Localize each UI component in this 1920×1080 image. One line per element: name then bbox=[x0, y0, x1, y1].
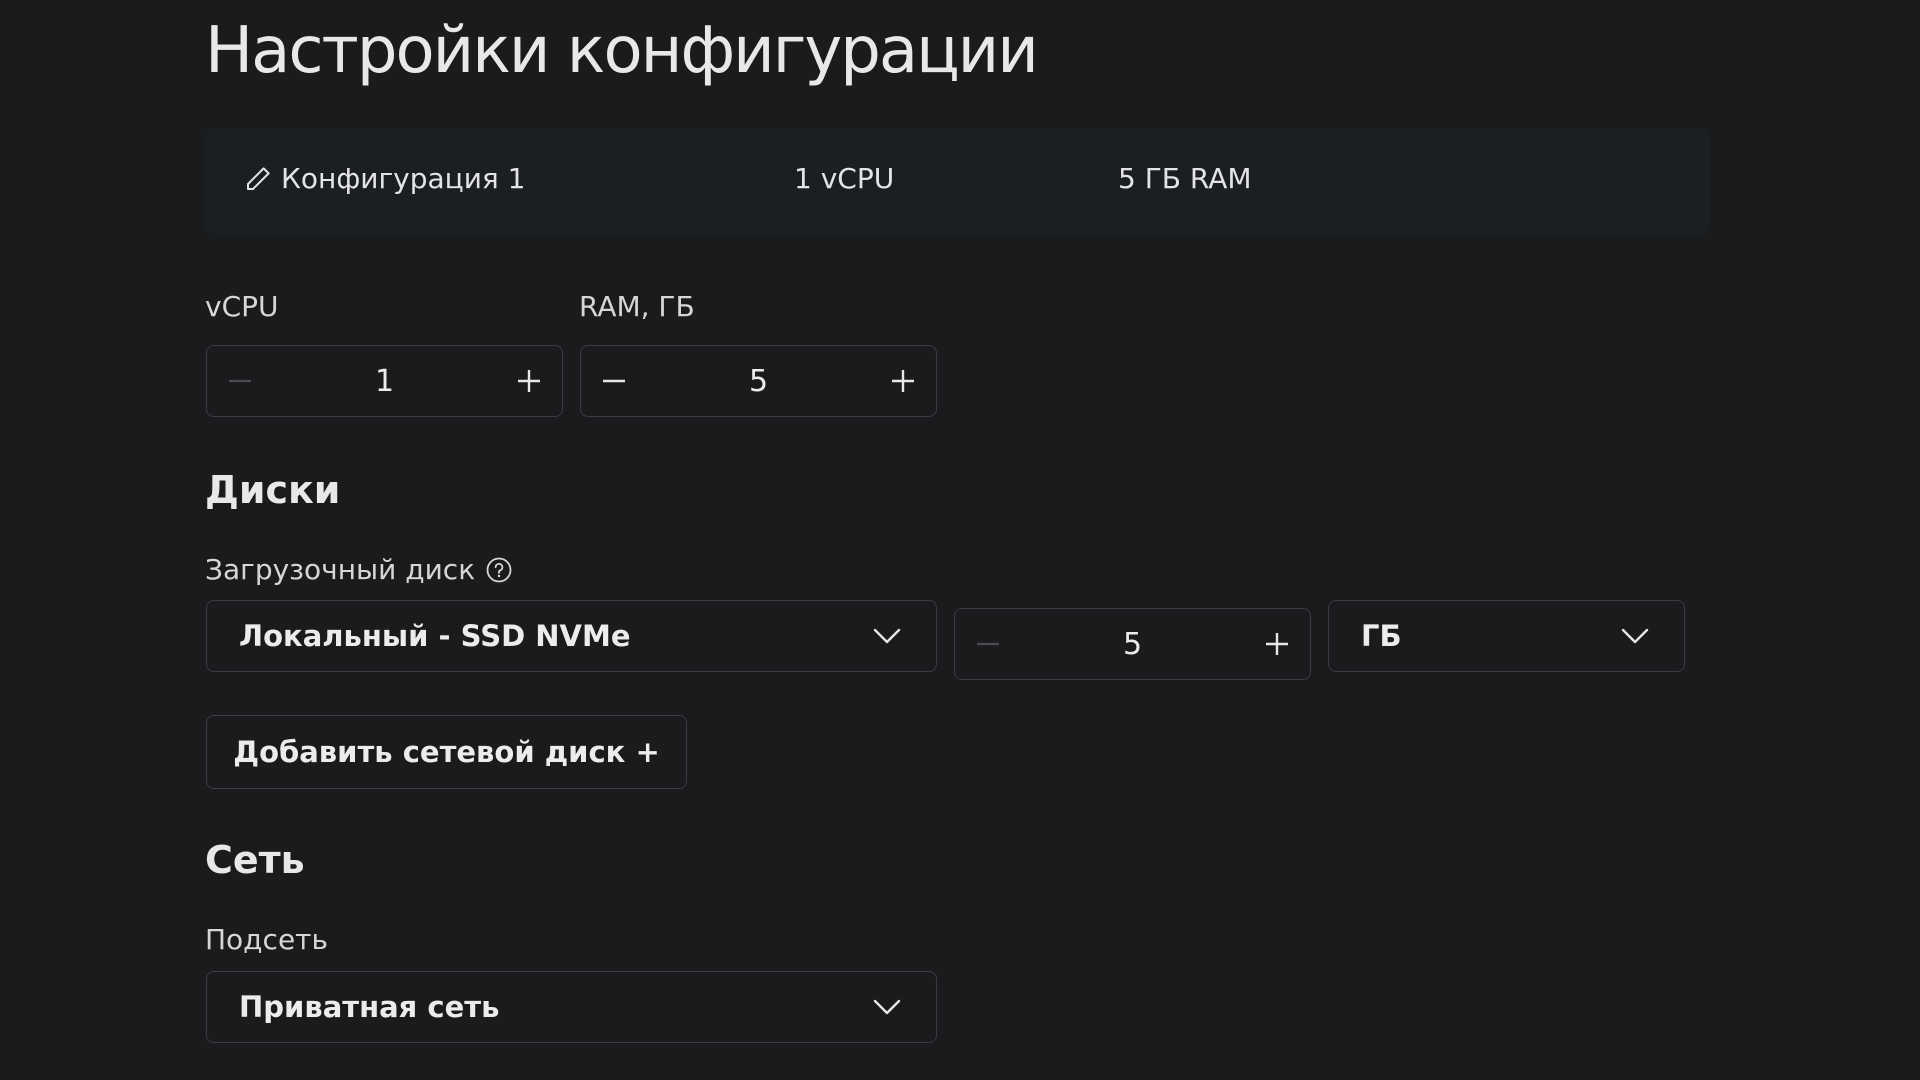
minus-icon bbox=[603, 379, 625, 383]
ram-increment-button[interactable] bbox=[870, 346, 936, 416]
disk-size-stepper: 5 bbox=[954, 608, 1311, 680]
vcpu-decrement-button[interactable] bbox=[207, 346, 273, 416]
subnet-value: Приватная сеть bbox=[239, 990, 500, 1024]
question-circle-icon[interactable] bbox=[485, 556, 513, 584]
disk-unit-value: ГБ bbox=[1361, 619, 1402, 653]
ram-decrement-button[interactable] bbox=[581, 346, 647, 416]
summary-ram: 5 ГБ RAM bbox=[1118, 162, 1252, 195]
disk-size-value[interactable]: 5 bbox=[1021, 609, 1244, 679]
disk-size-increment-button[interactable] bbox=[1244, 609, 1310, 679]
plus-icon bbox=[892, 370, 914, 392]
network-section-title: Сеть bbox=[205, 838, 305, 882]
chevron-down-icon bbox=[873, 628, 901, 644]
chevron-down-icon bbox=[1621, 628, 1649, 644]
pencil-icon bbox=[247, 166, 270, 190]
configuration-page: Настройки конфигурации Конфигурация 1 1 … bbox=[0, 0, 1920, 1080]
disk-type-value: Локальный - SSD NVMe bbox=[239, 619, 631, 653]
plus-icon bbox=[1266, 633, 1288, 655]
disk-unit-select[interactable]: ГБ bbox=[1328, 600, 1685, 672]
boot-disk-label-text: Загрузочный диск bbox=[205, 553, 476, 586]
disk-size-decrement-button[interactable] bbox=[955, 609, 1021, 679]
ram-label: RAM, ГБ bbox=[579, 290, 695, 323]
minus-icon bbox=[977, 642, 999, 646]
chevron-down-icon bbox=[873, 999, 901, 1015]
disks-section-title: Диски bbox=[205, 468, 341, 512]
ram-stepper: 5 bbox=[580, 345, 937, 417]
disk-type-select[interactable]: Локальный - SSD NVMe bbox=[206, 600, 937, 672]
config-name: Конфигурация 1 bbox=[281, 162, 526, 195]
page-title: Настройки конфигурации bbox=[205, 14, 1039, 88]
summary-cpu: 1 vCPU bbox=[794, 162, 895, 195]
vcpu-label: vCPU bbox=[205, 290, 279, 323]
plus-icon bbox=[518, 370, 540, 392]
subnet-label: Подсеть bbox=[205, 923, 328, 956]
vcpu-increment-button[interactable] bbox=[496, 346, 562, 416]
ram-value[interactable]: 5 bbox=[647, 346, 870, 416]
boot-disk-label: Загрузочный диск bbox=[205, 553, 513, 586]
vcpu-value[interactable]: 1 bbox=[273, 346, 496, 416]
add-network-disk-button[interactable]: Добавить сетевой диск + bbox=[206, 715, 687, 789]
configuration-summary: Конфигурация 1 1 vCPU 5 ГБ RAM bbox=[205, 128, 1710, 234]
minus-icon bbox=[229, 379, 251, 383]
vcpu-stepper: 1 bbox=[206, 345, 563, 417]
subnet-select[interactable]: Приватная сеть bbox=[206, 971, 937, 1043]
config-name-edit[interactable]: Конфигурация 1 bbox=[243, 162, 525, 195]
